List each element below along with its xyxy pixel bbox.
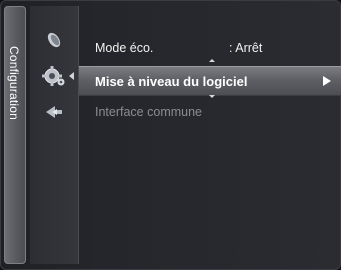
category-tab-label: Configuration: [7, 46, 21, 120]
menu-item-eco-mode[interactable]: Mode éco. : Arrêt: [79, 36, 341, 60]
picture-icon-graphic: [47, 32, 61, 48]
input-icon[interactable]: [36, 100, 72, 124]
menu-icon-column: [30, 6, 79, 264]
menu-item-label: Mode éco.: [95, 41, 154, 55]
menu-item-value: : Arrêt: [229, 41, 263, 55]
setup-gear-icon[interactable]: [36, 64, 74, 88]
setup-gear-icon-graphic: [42, 66, 65, 86]
tv-menu-screen: Configuration Mode éco.: Arrêt Mise à n…: [0, 0, 341, 270]
menu-item-common-interface: Interface commune: [79, 100, 341, 124]
category-tab[interactable]: Configuration: [4, 6, 26, 264]
input-icon-graphic: [46, 106, 62, 118]
settings-menu: Mode éco. : Arrêt Mise à niveau du logic…: [79, 6, 341, 264]
menu-item-software-upgrade[interactable]: Mise à niveau du logiciel: [79, 66, 341, 96]
submenu-arrow-icon: [323, 76, 331, 86]
menu-item-label: Interface commune: [95, 105, 202, 119]
menu-item-label: Mise à niveau du logiciel: [95, 73, 248, 89]
scroll-down-indicator: [209, 95, 215, 98]
picture-icon[interactable]: [36, 28, 72, 52]
